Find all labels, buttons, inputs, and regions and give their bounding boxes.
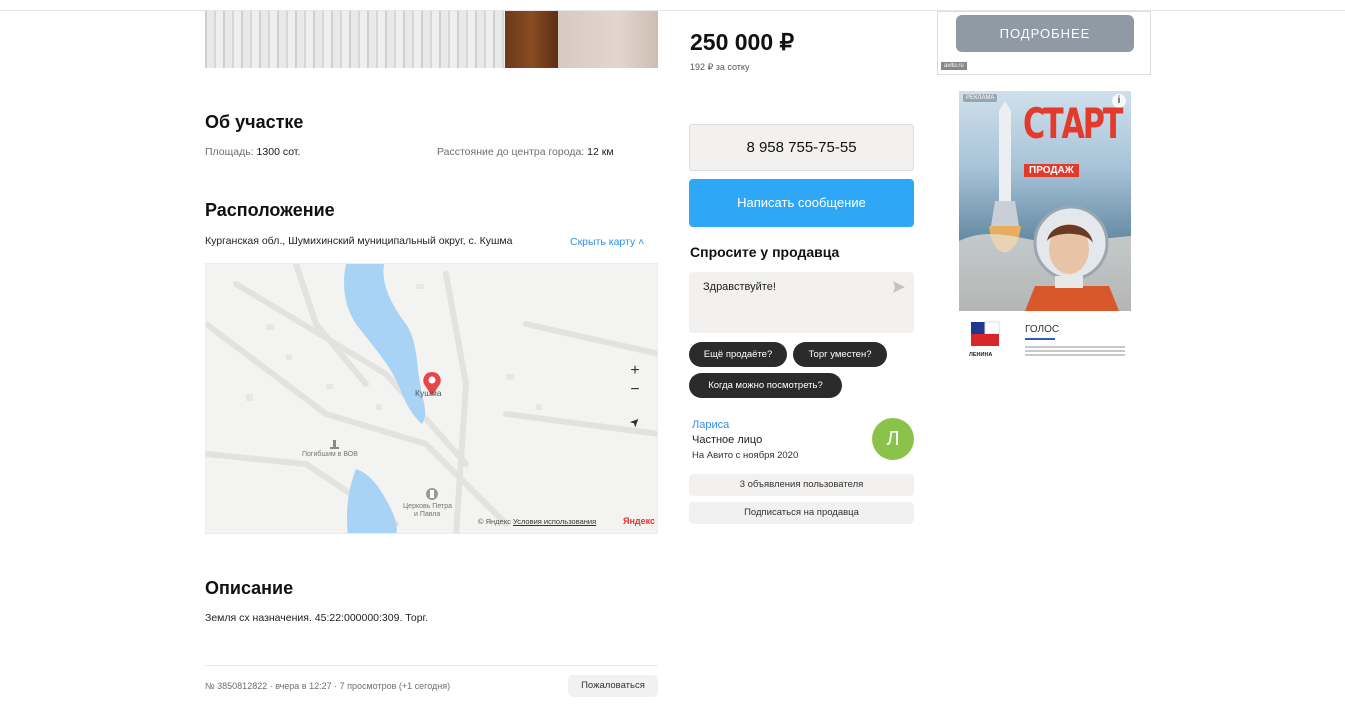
map-widget[interactable]: Кушма Погибшим в ВОВ Церковь Петра и Пав…: [205, 263, 658, 534]
seller-type: Частное лицо: [692, 434, 763, 446]
subscribe-seller-button[interactable]: Подписаться на продавца: [689, 502, 914, 524]
area-label: Площадь:: [205, 146, 254, 158]
ad-more-button[interactable]: ПОДРОБНЕЕ: [956, 15, 1134, 52]
send-icon[interactable]: [892, 280, 906, 294]
photo-thumbnail[interactable]: [558, 11, 658, 68]
map-canvas[interactable]: [206, 264, 658, 534]
description-text: Земля сх назначения. 45:22:000000:309. Т…: [205, 612, 429, 624]
ad-source-tag: avito.ru: [941, 62, 967, 70]
seller-since: На Авито с ноября 2020: [692, 450, 799, 461]
photo-gallery-strip[interactable]: [205, 11, 658, 68]
yandex-logo[interactable]: Яндекс: [623, 516, 655, 526]
photo-thumbnail[interactable]: [505, 11, 558, 68]
river-lower: [346, 469, 397, 533]
distance-value: 12 км: [587, 146, 614, 158]
ad-label: РЕКЛАМА: [963, 94, 998, 102]
about-section-title: Об участке: [205, 112, 304, 132]
quick-question-chip[interactable]: Ещё продаёте?: [689, 342, 787, 367]
complain-button[interactable]: Пожаловаться: [568, 675, 658, 697]
photo-document[interactable]: [205, 11, 505, 68]
distance-param: Расстояние до центра города: 12 км: [437, 146, 614, 158]
ad-subheadline: ПРОДАЖ: [1024, 164, 1079, 177]
quick-question-chip[interactable]: Торг уместен?: [793, 342, 887, 367]
area-value: 1300 сот.: [256, 146, 301, 158]
area-param: Площадь: 1300 сот.: [205, 146, 300, 158]
ad-sponsor-logos[interactable]: ЛЕНИНА ГОЛОС: [965, 320, 1131, 366]
ask-seller-input[interactable]: Здравствуйте!: [689, 272, 914, 333]
church-icon: [426, 488, 438, 500]
write-message-button[interactable]: Написать сообщение: [689, 179, 914, 227]
ad-headline: СТАРТ: [1023, 99, 1123, 148]
seller-avatar[interactable]: Л: [872, 418, 914, 460]
distance-label: Расстояние до центра города:: [437, 146, 585, 158]
price-per-unit: 192 ₽ за сотку: [690, 62, 750, 72]
zoom-in-button[interactable]: +: [625, 361, 645, 381]
listing-meta: № 3850812822 · вчера в 12:27 · 7 просмот…: [205, 681, 451, 691]
hide-map-link[interactable]: Скрыть карту ˄: [570, 236, 644, 248]
sponsor-logo-text: ЛЕНИНА: [969, 352, 993, 358]
ad-top-block[interactable]: ПОДРОБНЕЕ avito.ru: [937, 11, 1151, 75]
footer-divider: [205, 665, 658, 666]
church-label-2: и Павла: [414, 511, 441, 518]
partner-logo-text: ГОЛОС: [1025, 324, 1060, 335]
location-section-title: Расположение: [205, 200, 335, 220]
description-section-title: Описание: [205, 578, 294, 598]
memorial-label: Погибшим в ВОВ: [302, 451, 358, 458]
quick-question-chip[interactable]: Когда можно посмотреть?: [689, 373, 842, 398]
memorial-icon: [330, 440, 339, 449]
show-phone-button[interactable]: 8 958 755-75-55: [689, 124, 914, 171]
ask-seller-title: Спросите у продавца: [690, 244, 840, 260]
partner-fineprint: [1025, 346, 1125, 358]
ask-seller-text: Здравствуйте!: [703, 281, 776, 293]
address-text: Курганская обл., Шумихинский муниципальн…: [205, 235, 513, 247]
church-label: Церковь Петра: [403, 503, 452, 510]
price: 250 000 ₽: [690, 29, 795, 55]
village-label: Кушма: [415, 388, 442, 398]
zoom-out-button[interactable]: −: [625, 380, 645, 400]
user-ads-button[interactable]: 3 объявления пользователя: [689, 474, 914, 496]
river: [344, 264, 426, 424]
partner-underline: [1025, 338, 1055, 340]
map-attribution: © Яндекс Условия использования: [478, 517, 596, 526]
map-terms-link[interactable]: Условия использования: [513, 517, 596, 526]
map-copyright: © Яндекс: [478, 517, 511, 526]
ad-banner[interactable]: РЕКЛАМА i СТАРТ ПРОДАЖ: [959, 91, 1131, 311]
seller-name-link[interactable]: Лариса: [692, 419, 729, 431]
